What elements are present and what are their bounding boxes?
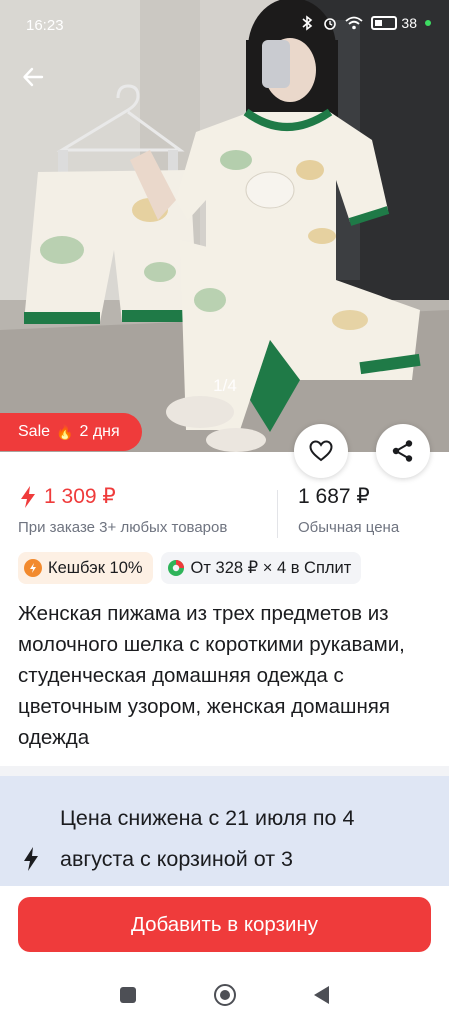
bluetooth-icon: [302, 15, 313, 31]
cashback-chip[interactable]: Кешбэк 10%: [18, 552, 153, 584]
product-image-gallery[interactable]: 16:23 38 1/4 Sale 🔥 2 дня: [0, 0, 449, 452]
cashback-icon: [24, 559, 42, 577]
discount-price-value: 1 309 ₽: [44, 485, 116, 508]
status-time: 16:23: [26, 17, 64, 34]
price-section: 1 309 ₽ При заказе 3+ любых товаров 1 68…: [18, 484, 431, 544]
section-divider: [0, 766, 449, 776]
favorite-button[interactable]: [294, 424, 348, 478]
status-icons: 38: [299, 15, 431, 31]
split-label: От 328 ₽ × 4 в Сплит: [190, 559, 352, 577]
system-nav-bar: [0, 966, 449, 1024]
wifi-icon: [345, 16, 364, 30]
offer-chips: Кешбэк 10% От 328 ₽ × 4 в Сплит: [18, 552, 362, 584]
product-title: Женская пижама из трех предметов из моло…: [18, 602, 405, 749]
fire-icon: 🔥: [56, 423, 74, 440]
sale-badge: Sale 🔥 2 дня: [0, 413, 142, 451]
split-icon: [167, 559, 185, 577]
lightning-icon: [21, 485, 35, 508]
cashback-label: Кешбэк 10%: [48, 558, 143, 577]
sale-label: Sale: [18, 423, 51, 440]
product-screen: 16:23 38 1/4 Sale 🔥 2 дня 1 309 ₽ При за…: [0, 0, 449, 1024]
gallery-counter: 1/4: [213, 376, 237, 395]
heart-icon: [309, 440, 333, 462]
price-divider: [277, 490, 278, 538]
battery-percent: 38: [401, 15, 417, 31]
share-button[interactable]: [376, 424, 430, 478]
regular-price-value: 1 687 ₽: [298, 485, 370, 508]
add-to-cart-button[interactable]: Добавить в корзину: [18, 897, 431, 952]
arrow-left-icon: [23, 67, 44, 87]
regular-price-block: 1 687 ₽ Обычная цена: [298, 484, 399, 536]
regular-price-note: Обычная цена: [298, 519, 400, 536]
discount-price-block: 1 309 ₽ При заказе 3+ любых товаров: [18, 484, 227, 536]
promo-banner[interactable]: Цена снижена с 21 июля по 4 августа с ко…: [0, 776, 449, 886]
recents-button[interactable]: [120, 987, 136, 1003]
discount-price: 1 309 ₽: [18, 484, 227, 509]
lightning-icon: [24, 847, 38, 871]
share-icon: [392, 440, 413, 462]
sale-duration: 2 дня: [79, 423, 120, 440]
home-button[interactable]: [214, 984, 236, 1006]
alarm-icon: [324, 18, 337, 30]
system-back-button[interactable]: [314, 986, 329, 1004]
battery-icon: [371, 16, 398, 30]
status-bar: 16:23 38: [0, 0, 449, 52]
back-button[interactable]: [16, 60, 50, 94]
discount-price-note: При заказе 3+ любых товаров: [18, 519, 228, 536]
privacy-indicator-dot: [425, 20, 431, 26]
split-chip[interactable]: От 328 ₽ × 4 в Сплит: [160, 552, 362, 584]
promo-text: Цена снижена с 21 июля по 4 августа с ко…: [60, 806, 355, 871]
